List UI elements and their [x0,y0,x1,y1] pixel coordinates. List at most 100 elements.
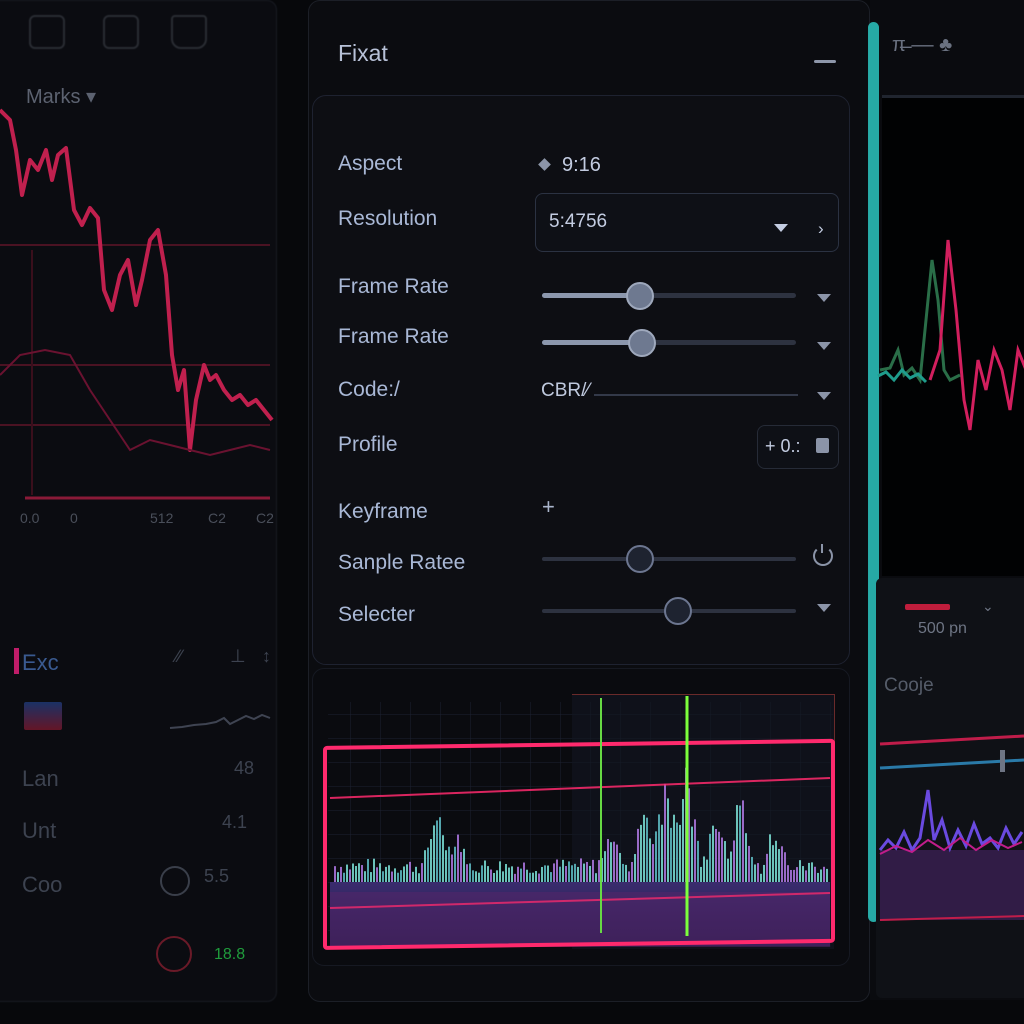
left-mini-readout: ⊥ [230,646,246,666]
left-row-label[interactable]: Lan [22,766,59,792]
waveform-bar [364,871,366,882]
minimize-button[interactable] [814,60,836,63]
waveform-bar [784,852,786,882]
track-color-marker [14,648,19,674]
waveform-bar [361,865,363,882]
chevron-down-icon[interactable] [817,294,831,302]
clipboard-icon[interactable] [103,15,139,49]
waveform-view[interactable] [320,690,840,960]
waveform-bar [676,822,678,882]
right-toolbar[interactable]: π̶̶ ‒‒ ♣ [892,34,952,57]
waveform-bar [742,800,744,882]
record-icon[interactable] [160,866,190,896]
waveform-bar [691,826,693,882]
waveform-bar [517,866,519,882]
waveform-bar [547,865,549,882]
waveform-bar [724,841,726,882]
waveform-bar [412,871,414,882]
waveform-bar [454,846,456,882]
waveform-bar [760,873,762,882]
left-tick: C2 [256,510,274,526]
waveform-bar [391,871,393,882]
chevron-down-icon[interactable] [817,604,831,612]
waveform-bar [700,866,702,882]
waveform-bar [763,864,765,882]
slider-thumb[interactable] [625,545,654,573]
selecter-slider[interactable] [542,597,796,625]
bell-icon[interactable] [171,15,207,49]
level-readout: 18.8 [214,946,246,963]
chevron-right-icon[interactable]: › [818,219,824,239]
waveform-bar [721,837,723,882]
track-thumbnail[interactable] [24,702,62,730]
waveform-bar [565,866,567,882]
waveform-bar [637,828,639,882]
waveform-bar [808,862,810,882]
waveform-bar [478,872,480,882]
chevron-down-icon[interactable] [774,224,788,232]
waveform-bar [790,869,792,882]
plus-icon[interactable]: + [542,494,555,520]
waveform-bar [715,829,717,882]
lock-icon[interactable] [816,438,829,453]
waveform-bar [793,869,795,882]
waveform-bar [589,865,591,882]
waveform-bar [703,856,705,882]
waveform-bar [634,854,636,882]
slider-thumb[interactable] [663,597,692,625]
slider-thumb[interactable] [628,329,657,357]
power-icon[interactable] [813,544,833,566]
waveform-bar [463,848,465,882]
waveform-bar [475,871,477,882]
waveform-bar [613,841,615,882]
left-row-label[interactable]: Coo [22,872,62,898]
waveform-bar [496,870,498,882]
left-tick: 0.0 [20,510,40,526]
waveform-bar [385,866,387,882]
codec-track [594,394,798,396]
waveform-bar [622,863,624,882]
stop-icon[interactable] [156,936,192,972]
frame-rate-slider[interactable] [542,282,796,310]
waveform-bar [394,868,396,882]
waveform-bar [610,842,612,882]
chevron-down-icon[interactable] [817,392,831,400]
waveform-bar [388,865,390,882]
waveform-bar [418,873,420,882]
waveform-bar [529,872,531,882]
aspect-value[interactable]: 9:16 [562,154,601,177]
waveform-bar [571,865,573,882]
right-track-label[interactable]: Cooje [884,675,934,697]
waveform-bar [472,870,474,882]
waveform-bar [583,863,585,882]
waveform-bar [481,865,483,882]
waveform-bar [631,861,633,882]
waveform-bar [532,872,534,882]
waveform-bar [655,831,657,882]
waveform-bar [541,866,543,882]
waveform-bar [403,866,405,882]
waveform-bar [658,814,660,882]
chevron-down-icon[interactable]: ⌄ [982,598,994,615]
waveform-bar [757,863,759,882]
left-row-label[interactable]: Unt [22,818,56,844]
waveform-bar [766,853,768,882]
home-icon[interactable] [29,15,65,49]
frame-rate-slider[interactable] [542,329,796,357]
waveform-bar [646,817,648,882]
waveform-bar [484,860,486,882]
waveform-bar [436,820,438,882]
right-monitor-trace [877,239,1024,431]
waveform-bar [727,858,729,882]
waveform-bar [718,831,720,882]
slider-thumb[interactable] [625,282,654,310]
waveform-bar [574,863,576,882]
waveform-bar [448,846,450,882]
left-row-label[interactable]: Exc [22,650,59,676]
waveform-bar [487,866,489,882]
chevron-down-icon[interactable] [817,342,831,350]
codec-value[interactable]: CBR/⁄ [541,380,590,402]
waveform-bar [508,867,510,882]
sample-rate-slider[interactable] [542,545,796,573]
waveform-bar [421,863,423,882]
